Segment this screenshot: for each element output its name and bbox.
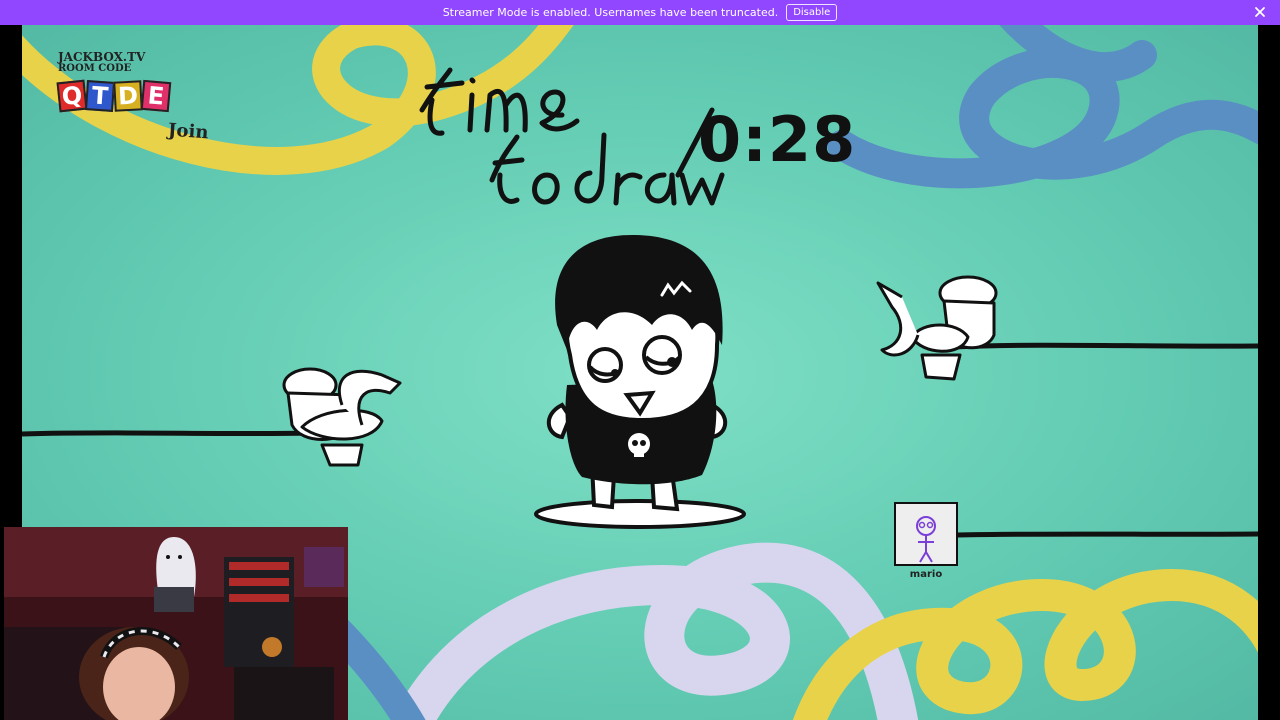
wire-right-top [951,342,1258,350]
player-avatar [894,502,958,566]
close-icon[interactable] [1252,4,1268,20]
room-code-letter: Q [56,79,88,113]
join-label: Join [167,119,210,144]
room-site: JACKBOX.TV [58,50,146,64]
room-code-letter: E [140,79,172,113]
character-drawing [534,235,746,529]
stick-figure-avatar [916,516,936,563]
wire-left [22,430,313,437]
room-code-panel: JACKBOX.TV ROOM CODE Q T D E Join [56,50,258,161]
wire-right-bottom [956,531,1258,538]
room-code: Q T D E [56,79,172,113]
room-code-label: ROOM CODE [58,63,132,74]
banner-message: Streamer Mode is enabled. Usernames have… [442,6,779,19]
blue-loop-top [827,25,1258,189]
disable-streamer-mode-button[interactable]: Disable [786,4,838,21]
player-nameplate: mario [894,502,958,580]
streamer-mode-banner: Streamer Mode is enabled. Usernames have… [0,0,1280,25]
room-code-letter: D [113,80,143,112]
player-name: mario [909,569,943,580]
countdown-timer: 0:28 [698,103,857,176]
webcam-feed [4,527,348,720]
room-code-letter: T [84,80,116,112]
webcam-overlay [4,527,348,720]
toilet-left-drawing [282,367,402,467]
toilet-right-drawing [876,275,998,381]
